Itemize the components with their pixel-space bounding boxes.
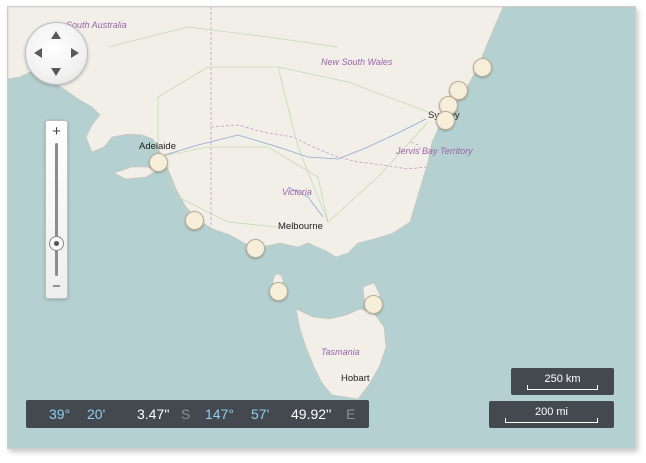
pan-right-icon[interactable] — [71, 48, 79, 58]
latitude-degrees: 39° — [49, 406, 71, 422]
pan-left-icon[interactable] — [34, 48, 42, 58]
label-tasmania: Tasmania — [321, 347, 360, 357]
zoom-slider-track[interactable] — [55, 143, 58, 276]
longitude-direction: E — [346, 406, 356, 422]
scale-mi-label: 200 mi — [534, 406, 569, 418]
latitude-seconds: 3.47'' — [137, 406, 170, 422]
city-hobart: Hobart — [341, 373, 370, 384]
map-viewport[interactable]: South Australia New South Wales Jervis B… — [7, 6, 636, 449]
navigation-pad[interactable] — [25, 22, 88, 85]
scale-km: 250 km — [511, 368, 614, 395]
scale-km-bar — [527, 385, 598, 390]
city-adelaide: Adelaide — [139, 141, 176, 152]
map-marker[interactable] — [436, 111, 455, 130]
latitude-direction: S — [181, 406, 191, 422]
city-melbourne: Melbourne — [278, 221, 323, 232]
map-marker[interactable] — [185, 211, 204, 230]
map-marker[interactable] — [473, 58, 492, 77]
pan-down-icon[interactable] — [51, 68, 61, 76]
kangaroo-island — [113, 166, 157, 180]
label-new-south-wales: New South Wales — [321, 57, 393, 67]
zoom-in-button[interactable]: + — [46, 123, 67, 141]
longitude-minutes: 57' — [251, 406, 270, 422]
longitude-seconds: 49.92'' — [291, 406, 332, 422]
scale-km-label: 250 km — [544, 373, 581, 385]
label-jervis-bay-territory: Jervis Bay Territory — [396, 146, 473, 156]
map-marker[interactable] — [246, 239, 265, 258]
label-victoria: Victoria — [282, 187, 312, 197]
map-marker[interactable] — [364, 295, 383, 314]
pan-up-icon[interactable] — [51, 31, 61, 39]
scale-mi-bar — [505, 418, 598, 423]
map-marker[interactable] — [269, 282, 288, 301]
longitude-degrees: 147° — [205, 406, 234, 422]
scale-mi: 200 mi — [489, 401, 614, 428]
zoom-slider-thumb[interactable] — [49, 236, 64, 251]
coordinates-panel: 39° 20' 3.47'' S 147° 57' 49.92'' E — [26, 400, 369, 428]
zoom-control: + − — [45, 120, 68, 299]
latitude-minutes: 20' — [87, 406, 106, 422]
zoom-out-button[interactable]: − — [46, 278, 67, 296]
map-marker[interactable] — [149, 153, 168, 172]
